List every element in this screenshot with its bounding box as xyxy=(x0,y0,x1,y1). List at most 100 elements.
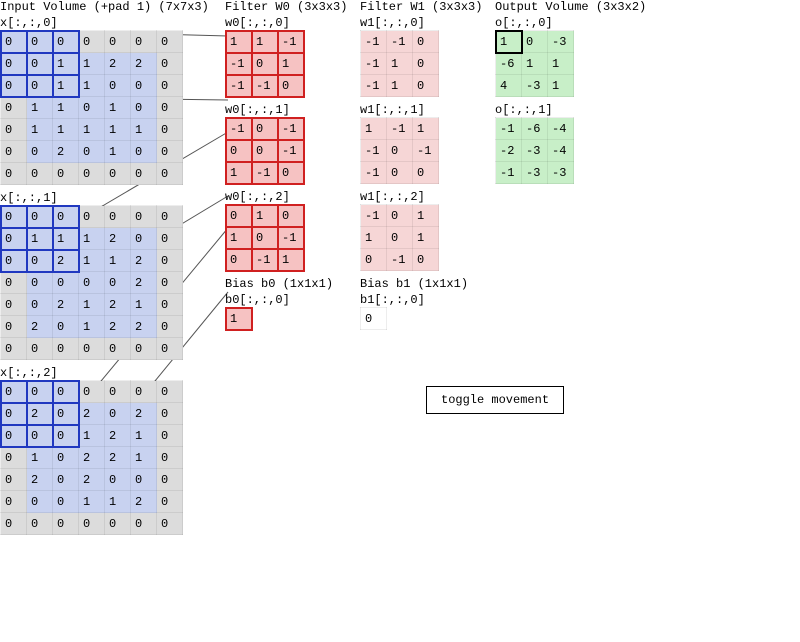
input-slice-2-cell: 0 xyxy=(157,469,183,491)
w1-slice-1-cell: -1 xyxy=(361,140,387,162)
input-slice-1-cell: 2 xyxy=(53,294,79,316)
bias-b1-matrix: 0 xyxy=(360,307,387,330)
w1-slice-0-cell: -1 xyxy=(361,31,387,53)
input-slice-1-matrix: 0000000011120000211200000020002121002012… xyxy=(0,205,183,360)
input-slice-0-cell: 0 xyxy=(53,31,79,53)
w0-slice-1-cell: 0 xyxy=(278,162,304,184)
w0-slice-1-cell: 0 xyxy=(226,140,252,162)
input-slice-2-cell: 2 xyxy=(105,447,131,469)
input-slice-0-cell: 0 xyxy=(79,163,105,185)
bias-b0-title: Bias b0 (1x1x1) xyxy=(225,277,350,291)
input-slice-1-cell: 0 xyxy=(53,338,79,360)
w1-slice-0-matrix: -1-10-110-110 xyxy=(360,30,439,97)
input-slice-2-cell: 1 xyxy=(27,447,53,469)
input-slice-1-cell: 0 xyxy=(157,294,183,316)
input-slice-0-cell: 0 xyxy=(1,141,27,163)
input-slice-2-cell: 0 xyxy=(53,447,79,469)
output-slice-1-cell: -4 xyxy=(548,118,574,140)
input-slice-1-label: x[:,:,1] xyxy=(0,191,220,205)
input-slice-2-cell: 0 xyxy=(105,403,131,425)
w0-slice-0-cell: 1 xyxy=(252,31,278,53)
bias-b0-label: b0[:,:,0] xyxy=(225,293,350,307)
output-slice-0-cell: 0 xyxy=(522,31,548,53)
w0-slice-2-cell: 0 xyxy=(252,227,278,249)
input-slice-1-cell: 1 xyxy=(131,294,157,316)
input-slice-2-cell: 0 xyxy=(53,381,79,403)
w1-slice-1-cell: -1 xyxy=(413,140,439,162)
input-slice-1-cell: 2 xyxy=(105,228,131,250)
w0-slice-1-cell: 1 xyxy=(226,162,252,184)
output-slice-1-cell: -3 xyxy=(522,162,548,184)
w1-slice-2-cell: 1 xyxy=(413,205,439,227)
output-slice-1-cell: -3 xyxy=(522,140,548,162)
w1-slice-2-cell: -1 xyxy=(387,249,413,271)
w1-slice-1-cell: 0 xyxy=(387,162,413,184)
input-slice-0-cell: 0 xyxy=(105,31,131,53)
input-slice-2-cell: 0 xyxy=(53,469,79,491)
input-slice-2-cell: 0 xyxy=(131,381,157,403)
input-slice-0-cell: 0 xyxy=(27,53,53,75)
w1-slice-2-cell: 0 xyxy=(361,249,387,271)
w0-slice-0-cell: -1 xyxy=(278,31,304,53)
input-slice-1-cell: 0 xyxy=(79,206,105,228)
input-slice-0-cell: 1 xyxy=(53,75,79,97)
w1-slice-2-label: w1[:,:,2] xyxy=(360,190,485,204)
input-slice-2-cell: 1 xyxy=(105,491,131,513)
input-slice-1-cell: 1 xyxy=(105,250,131,272)
input-slice-1-cell: 1 xyxy=(27,228,53,250)
input-slice-1-cell: 0 xyxy=(157,316,183,338)
input-slice-1-cell: 2 xyxy=(105,316,131,338)
output-slice-0-cell: 1 xyxy=(548,53,574,75)
bias-b1-cell: 0 xyxy=(361,308,387,330)
input-slice-2-cell: 0 xyxy=(53,425,79,447)
input-slice-2-cell: 2 xyxy=(79,469,105,491)
input-slice-2-cell: 2 xyxy=(79,447,105,469)
input-slice-1-cell: 0 xyxy=(157,338,183,360)
input-slice-1-cell: 1 xyxy=(53,228,79,250)
input-slice-1-cell: 0 xyxy=(27,206,53,228)
output-slice-1-cell: -2 xyxy=(496,140,522,162)
input-slice-2-cell: 0 xyxy=(157,403,183,425)
input-slice-2-cell: 0 xyxy=(105,469,131,491)
input-slice-0-cell: 1 xyxy=(131,119,157,141)
input-slice-1-cell: 0 xyxy=(157,228,183,250)
output-slice-1-cell: -1 xyxy=(496,162,522,184)
w1-slice-0-cell: -1 xyxy=(387,31,413,53)
w1-slice-0-cell: 0 xyxy=(413,53,439,75)
w1-slice-1-cell: 0 xyxy=(413,162,439,184)
w0-slice-2-label: w0[:,:,2] xyxy=(225,190,350,204)
w1-slice-2-matrix: -1011010-10 xyxy=(360,204,439,271)
output-slice-0-cell: 1 xyxy=(522,53,548,75)
input-slice-2-cell: 0 xyxy=(1,491,27,513)
input-slice-1-cell: 0 xyxy=(79,272,105,294)
input-slice-0-label: x[:,:,0] xyxy=(0,16,220,30)
input-slice-2-cell: 0 xyxy=(131,513,157,535)
input-slice-2-cell: 0 xyxy=(157,381,183,403)
input-slice-1-cell: 1 xyxy=(79,316,105,338)
input-slice-1-cell: 0 xyxy=(157,272,183,294)
w0-slice-0-cell: -1 xyxy=(226,75,252,97)
input-slice-1-cell: 2 xyxy=(131,272,157,294)
w1-slice-1-cell: -1 xyxy=(361,162,387,184)
w1-slice-0-label: w1[:,:,0] xyxy=(360,16,485,30)
toggle-movement-button[interactable]: toggle movement xyxy=(426,386,564,414)
w1-slice-0-cell: -1 xyxy=(361,53,387,75)
input-slice-2-cell: 1 xyxy=(79,425,105,447)
w0-slice-2-cell: 0 xyxy=(278,205,304,227)
output-slice-1-cell: -3 xyxy=(548,162,574,184)
input-slice-2-cell: 1 xyxy=(131,447,157,469)
input-volume-column: Input Volume (+pad 1) (7x7x3) x[:,:,0]00… xyxy=(0,0,220,535)
input-slice-0-cell: 0 xyxy=(157,75,183,97)
input-slice-1-cell: 2 xyxy=(131,316,157,338)
w1-slice-2-cell: -1 xyxy=(361,205,387,227)
w0-slice-0-cell: -1 xyxy=(226,53,252,75)
w1-slice-1-cell: -1 xyxy=(387,118,413,140)
w0-slice-0-cell: 0 xyxy=(252,53,278,75)
input-slice-0-cell: 1 xyxy=(79,75,105,97)
input-slice-1-cell: 0 xyxy=(1,338,27,360)
input-slice-2-cell: 0 xyxy=(1,513,27,535)
w0-slice-2-cell: 1 xyxy=(252,205,278,227)
input-slice-2-label: x[:,:,2] xyxy=(0,366,220,380)
output-slice-0-cell: 4 xyxy=(496,75,522,97)
input-slice-0-cell: 1 xyxy=(53,53,79,75)
